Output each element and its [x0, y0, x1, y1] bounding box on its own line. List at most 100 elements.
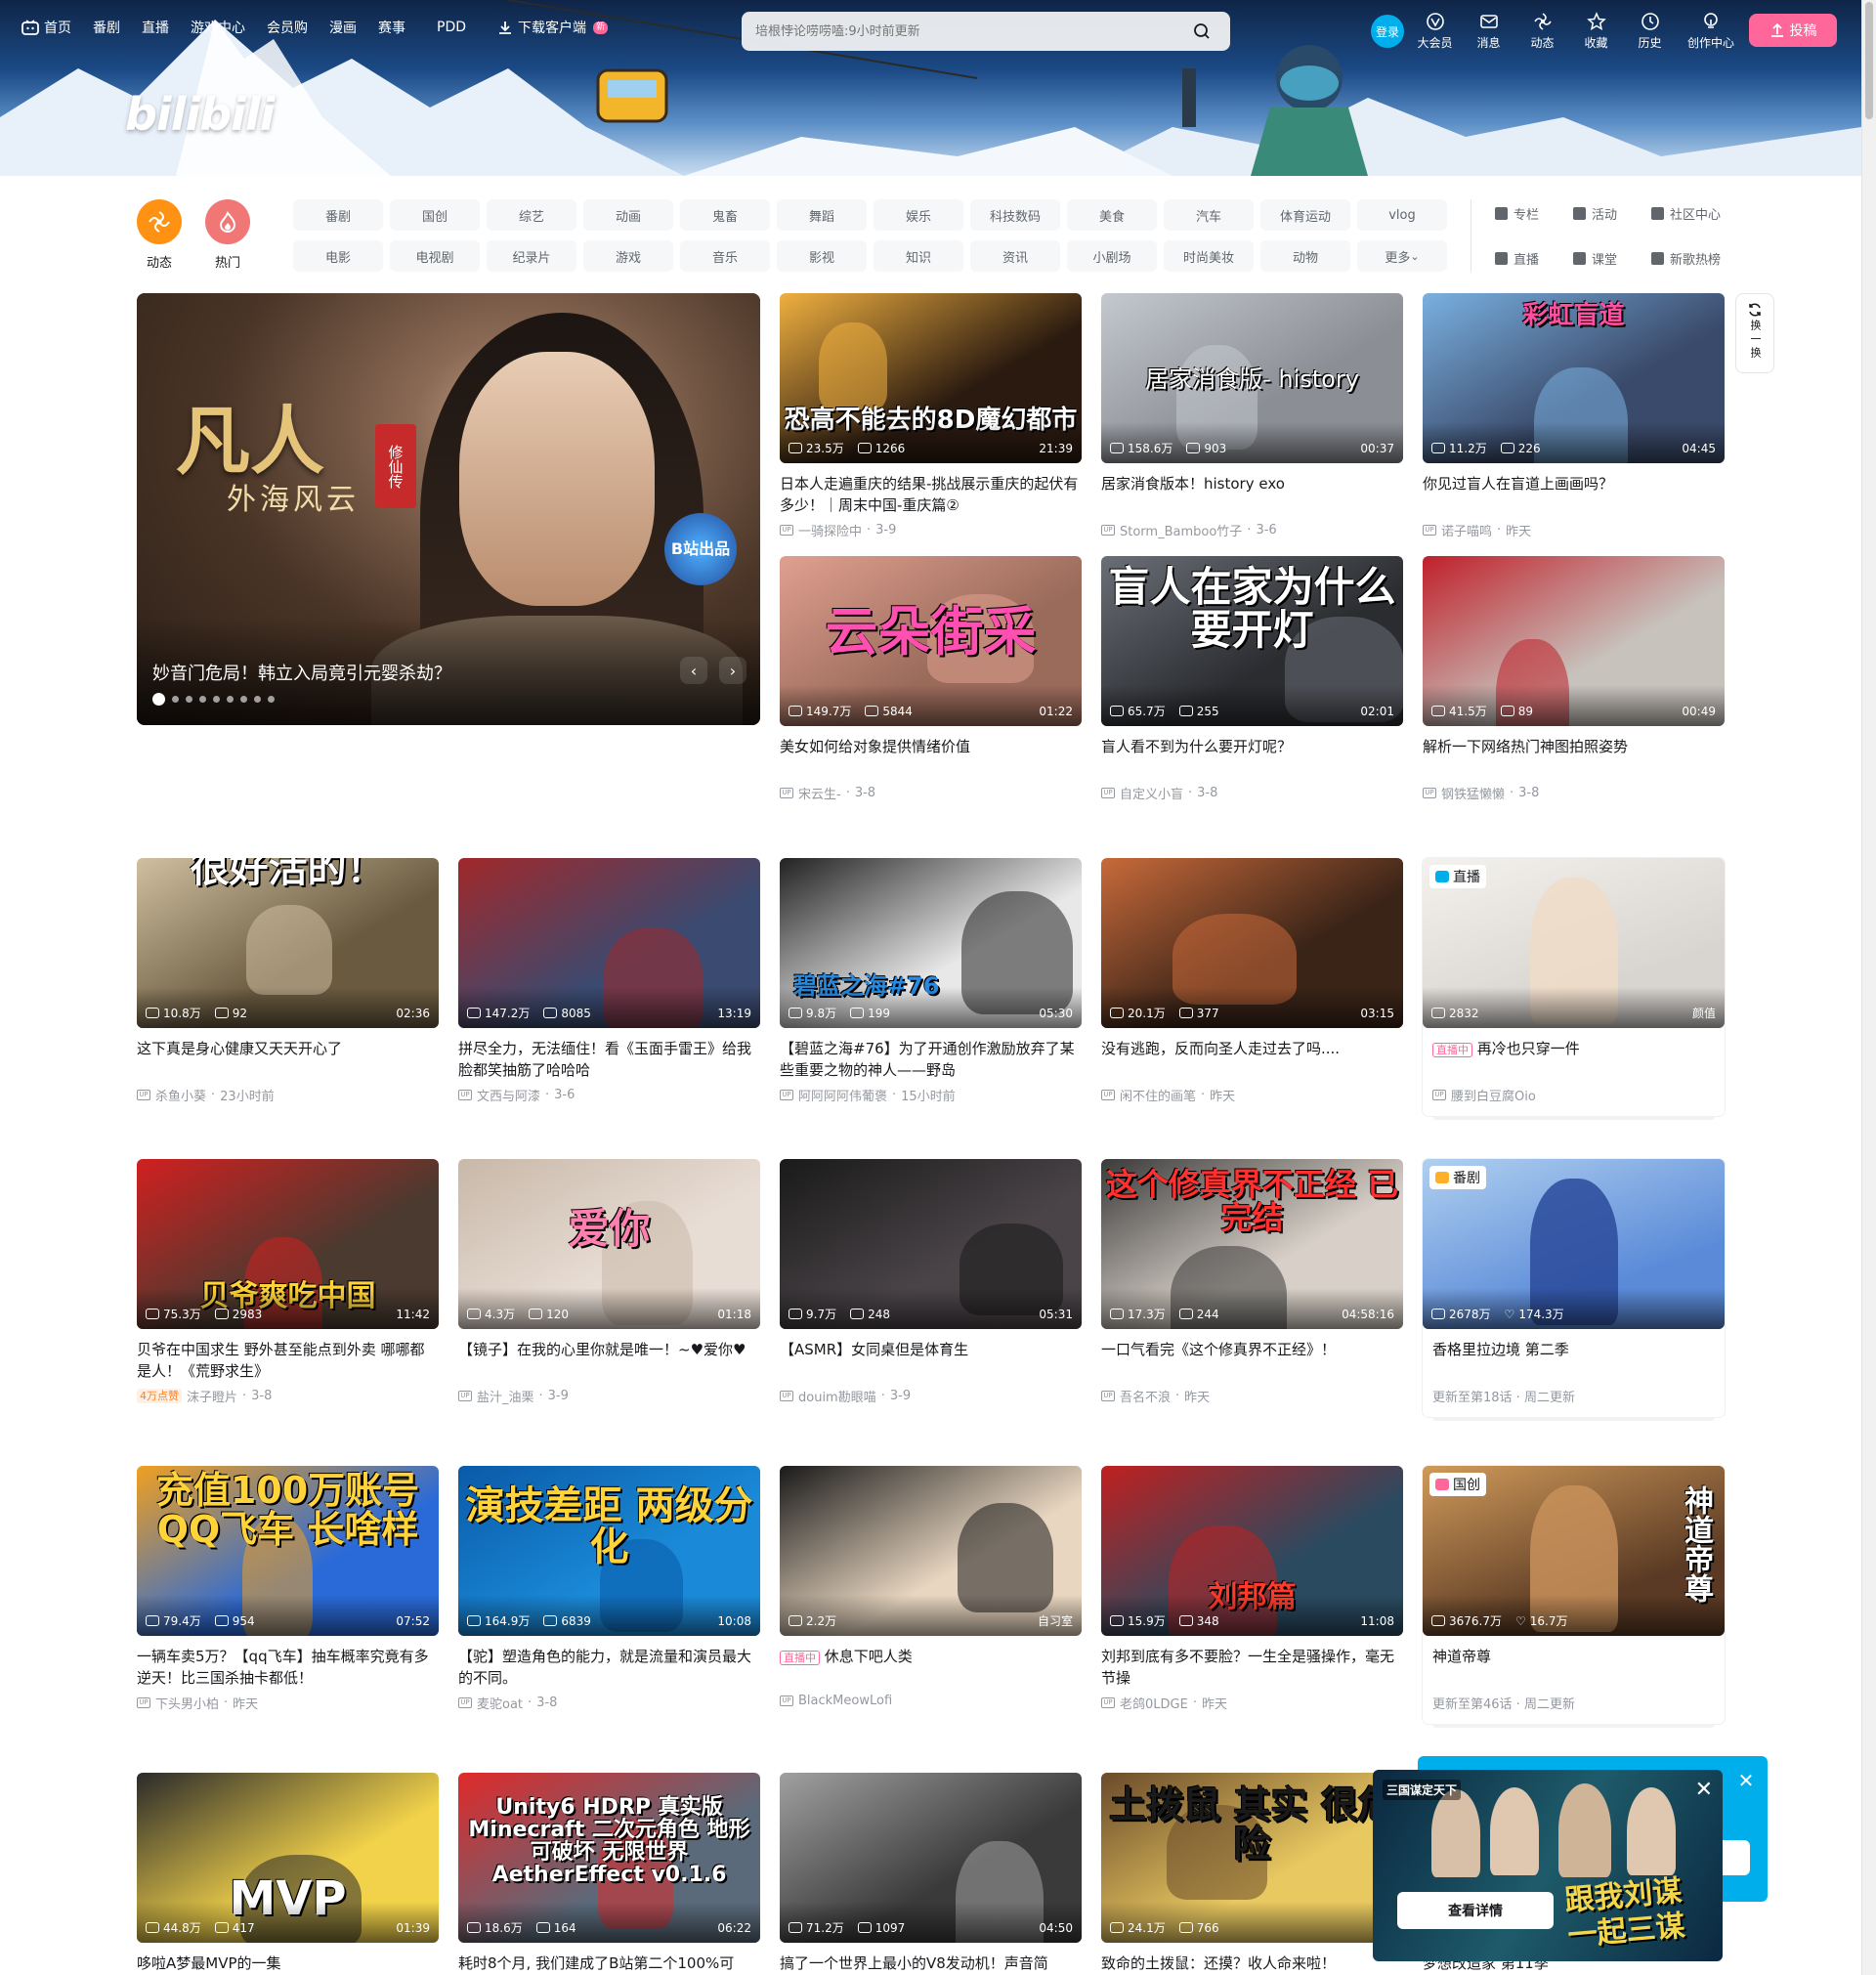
uploader-name[interactable]: 一骑探险中	[798, 521, 862, 539]
channel-chip[interactable]: 动画	[583, 199, 673, 231]
nav-creator[interactable]: 创作中心	[1685, 12, 1736, 51]
video-title[interactable]: 搞了一个世界上最小的V8发动机！声音简	[780, 1953, 1082, 1975]
video-thumbnail[interactable]: 2.2万 自习室	[780, 1466, 1082, 1636]
popup-outer-close-button[interactable]: ✕	[1735, 1769, 1757, 1792]
video-thumbnail[interactable]: 贝爷爽吃中国75.3万298311:42	[137, 1159, 439, 1329]
scrollbar-thumb[interactable]	[1865, 2, 1873, 119]
carousel-dot[interactable]	[240, 696, 247, 703]
nav-match[interactable]: 赛事	[378, 18, 405, 37]
video-thumbnail[interactable]: 演技差距 两级分化 164.9万 6839 10:08	[458, 1466, 760, 1636]
channel-chip[interactable]: 影视	[777, 240, 867, 272]
video-title[interactable]: 一口气看完《这个修真界不正经》！	[1101, 1339, 1403, 1382]
video-title[interactable]: 【ASMR】女同桌但是体育生	[780, 1339, 1082, 1382]
nav-download[interactable]: 下载客户端 新	[497, 18, 609, 37]
carousel-dot[interactable]	[152, 693, 165, 706]
channel-chip[interactable]: 娱乐	[874, 199, 963, 231]
uploader-name[interactable]: 诺子喵鸣	[1441, 521, 1492, 539]
uploader-name[interactable]: 自定义小盲	[1120, 784, 1183, 802]
video-thumbnail[interactable]: 盲人在家为什么要开灯 65.7万 255 02:01	[1101, 556, 1403, 726]
search-button[interactable]	[1187, 17, 1216, 46]
feature-title[interactable]: 神道帝尊	[1423, 1646, 1725, 1689]
carousel-dot[interactable]	[227, 696, 234, 703]
video-card[interactable]: 2.2万 自习室 直播中 休息下吧人类 UP BlackMeowLofi	[780, 1466, 1082, 1708]
video-card[interactable]: 9.7万 248 05:31 【ASMR】女同桌但是体育生 UP douim勘眼喵 · 3-9	[780, 1159, 1082, 1405]
channel-chip[interactable]: 美食	[1067, 199, 1157, 231]
channel-chip[interactable]: 知识	[874, 240, 963, 272]
uploader-name[interactable]: 宋云生-	[798, 784, 841, 802]
channel-chip[interactable]: 国创	[390, 199, 480, 231]
video-title[interactable]: 没有逃跑，反而向圣人走过去了吗....	[1101, 1038, 1403, 1081]
video-card[interactable]: 碧蓝之海#76 9.8万 199 05:30 【碧蓝之海#76】为了开通创作激励放弃了某…	[780, 858, 1082, 1104]
video-card[interactable]: 很好活的！ 10.8万 92 02:36 这下真是身心健康又天天开心了 UP 杀鱼小葵 · 23…	[137, 858, 439, 1104]
video-title[interactable]: 拼尽全力，无法缅住！看《玉面手雷王》给我脸都笑抽筋了哈哈哈	[458, 1038, 760, 1081]
video-thumbnail[interactable]: 土拨鼠 其实 很危险24.1万76606:	[1101, 1773, 1403, 1943]
channel-chip[interactable]: 番剧	[293, 199, 383, 231]
channel-chip[interactable]: 电影	[293, 240, 383, 272]
nav-game[interactable]: 游戏中心	[191, 18, 245, 37]
channel-chip[interactable]: 纪录片	[487, 240, 576, 272]
promo-popup[interactable]: 三国谋定天下 ✕ 查看详情 跟我刘谋 一起三谋	[1373, 1770, 1723, 1961]
channel-chip[interactable]: 鬼畜	[680, 199, 770, 231]
carousel-caption[interactable]: 妙音门危局！韩立入局竟引元婴杀劫？	[152, 660, 451, 685]
carousel-dot[interactable]	[213, 696, 220, 703]
video-card[interactable]: 147.2万 8085 13:19 拼尽全力，无法缅住！看《玉面手雷王》给我脸都笑抽筋…	[458, 858, 760, 1104]
uploader-name[interactable]: 盐汁_油栗	[477, 1387, 534, 1405]
video-title[interactable]: 耗时8个月, 我们建成了B站第二个100%可	[458, 1953, 760, 1975]
video-title[interactable]: 贝爷在中国求生 野外甚至能点到外卖 哪哪都是人！《荒野求生》	[137, 1339, 439, 1382]
video-card[interactable]: 恐高不能去的8D魔幻都市 23.5万 1266 21:39 日本人走遍重庆的结果-挑战展…	[780, 293, 1082, 539]
channel-chip[interactable]: 游戏	[583, 240, 673, 272]
carousel-dot[interactable]	[268, 696, 275, 703]
channel-chip[interactable]: 汽车	[1164, 199, 1254, 231]
video-card[interactable]: 土拨鼠 其实 很危险24.1万76606:致命的土拨鼠：还摸？收人命来啦！	[1101, 1773, 1403, 1975]
video-thumbnail[interactable]: 9.7万 248 05:31	[780, 1159, 1082, 1329]
video-card[interactable]: 云朵街采 149.7万 5844 01:22 美女如何给对象提供情绪价值 UP 宋云生- · 3…	[780, 556, 1082, 802]
video-thumbnail[interactable]: 20.1万 377 03:15	[1101, 858, 1403, 1028]
feature-thumbnail[interactable]: 番剧 2678万 ♡ 174.3万	[1423, 1159, 1725, 1329]
video-title[interactable]: 居家消食版本！history exo	[1101, 473, 1403, 516]
channel-chip[interactable]: 科技数码	[970, 199, 1060, 231]
video-title[interactable]: 【镜子】在我的心里你就是唯一！~♥爱你♥	[458, 1339, 760, 1382]
video-thumbnail[interactable]: 云朵街采 149.7万 5844 01:22	[780, 556, 1082, 726]
video-thumbnail[interactable]: 爱你 4.3万 120 01:18	[458, 1159, 760, 1329]
carousel-prev-button[interactable]: ‹	[680, 657, 707, 684]
bilibili-logo[interactable]: bilibili	[125, 88, 275, 141]
channel-chip[interactable]: 小剧场	[1067, 240, 1157, 272]
video-card[interactable]: 贝爷爽吃中国75.3万298311:42 贝爷在中国求生 野外甚至能点到外卖 哪哪…	[137, 1159, 439, 1405]
uploader-name[interactable]: Storm_Bamboo竹子	[1120, 521, 1242, 539]
video-title[interactable]: 解析一下网络热门神图拍照姿势	[1423, 736, 1725, 779]
search-input[interactable]	[755, 23, 1187, 39]
refresh-button[interactable]: 换一换	[1735, 293, 1774, 373]
feature-title[interactable]: 直播中 再冷也只穿一件	[1423, 1038, 1725, 1081]
channel-chip[interactable]: 资讯	[970, 240, 1060, 272]
uploader-name[interactable]: 钢铁猛懒懒	[1441, 784, 1505, 802]
carousel-dot[interactable]	[186, 696, 192, 703]
feature-card[interactable]: 番剧 2678万 ♡ 174.3万 香格里拉边境 第二季 更新至第18话 · 周二更新	[1423, 1159, 1725, 1417]
video-thumbnail[interactable]: MVP 44.8万 417 01:39	[137, 1773, 439, 1943]
nav-vip[interactable]: 大会员	[1417, 12, 1453, 51]
feature-card[interactable]: 直播 2832 颜值 直播中 再冷也只穿一件 UP 腰到白豆腐Oio	[1423, 858, 1725, 1116]
channel-chip[interactable]: 电视剧	[390, 240, 480, 272]
video-card[interactable]: Unity6 HDRP 真实版 Minecraft 二次元角色 地形可破坏 无限…	[458, 1773, 760, 1975]
video-thumbnail[interactable]: 41.5万 89 00:49	[1423, 556, 1725, 726]
uploader-name[interactable]: 沫子瞪片	[187, 1387, 237, 1405]
feature-thumbnail[interactable]: 直播 2832 颜值	[1423, 858, 1725, 1028]
video-thumbnail[interactable]: 恐高不能去的8D魔幻都市 23.5万 1266 21:39	[780, 293, 1082, 463]
video-card[interactable]: 充值100万账号 QQ飞车 长啥样 79.4万 954 07:52 一辆车卖5万？【qq…	[137, 1466, 439, 1712]
uploader-name[interactable]: 老鸽0LDGE	[1120, 1694, 1188, 1712]
side-link[interactable]: 新歌热榜	[1651, 244, 1739, 272]
video-thumbnail[interactable]: 居家消食版- history 158.6万 903 00:37	[1101, 293, 1403, 463]
video-card[interactable]: 这个修真界不正经 已完结 17.3万 244 04:58:16 一口气看完《这个修真界不…	[1101, 1159, 1403, 1405]
uploader-name[interactable]: BlackMeowLofi	[798, 1694, 892, 1708]
channel-chip[interactable]: 时尚美妆	[1164, 240, 1254, 272]
popup-close-button[interactable]: ✕	[1695, 1778, 1713, 1802]
feature-thumbnail[interactable]: 神道帝尊 国创 3676.7万 ♡ 16.7万	[1423, 1466, 1725, 1636]
carousel-next-button[interactable]: ›	[719, 657, 746, 684]
feature-title[interactable]: 香格里拉边境 第二季	[1423, 1339, 1725, 1382]
channel-chip[interactable]: 动物	[1260, 240, 1350, 272]
video-card[interactable]: 爱你 4.3万 120 01:18 【镜子】在我的心里你就是唯一！~♥爱你♥ UP 盐汁_油…	[458, 1159, 760, 1405]
side-link[interactable]: 课堂	[1573, 244, 1647, 272]
carousel-dot[interactable]	[172, 696, 179, 703]
video-thumbnail[interactable]: Unity6 HDRP 真实版 Minecraft 二次元角色 地形可破坏 无限…	[458, 1773, 760, 1943]
uploader-name[interactable]: 下头男小柏	[155, 1694, 219, 1712]
channel-chip[interactable]: vlog	[1357, 199, 1447, 231]
